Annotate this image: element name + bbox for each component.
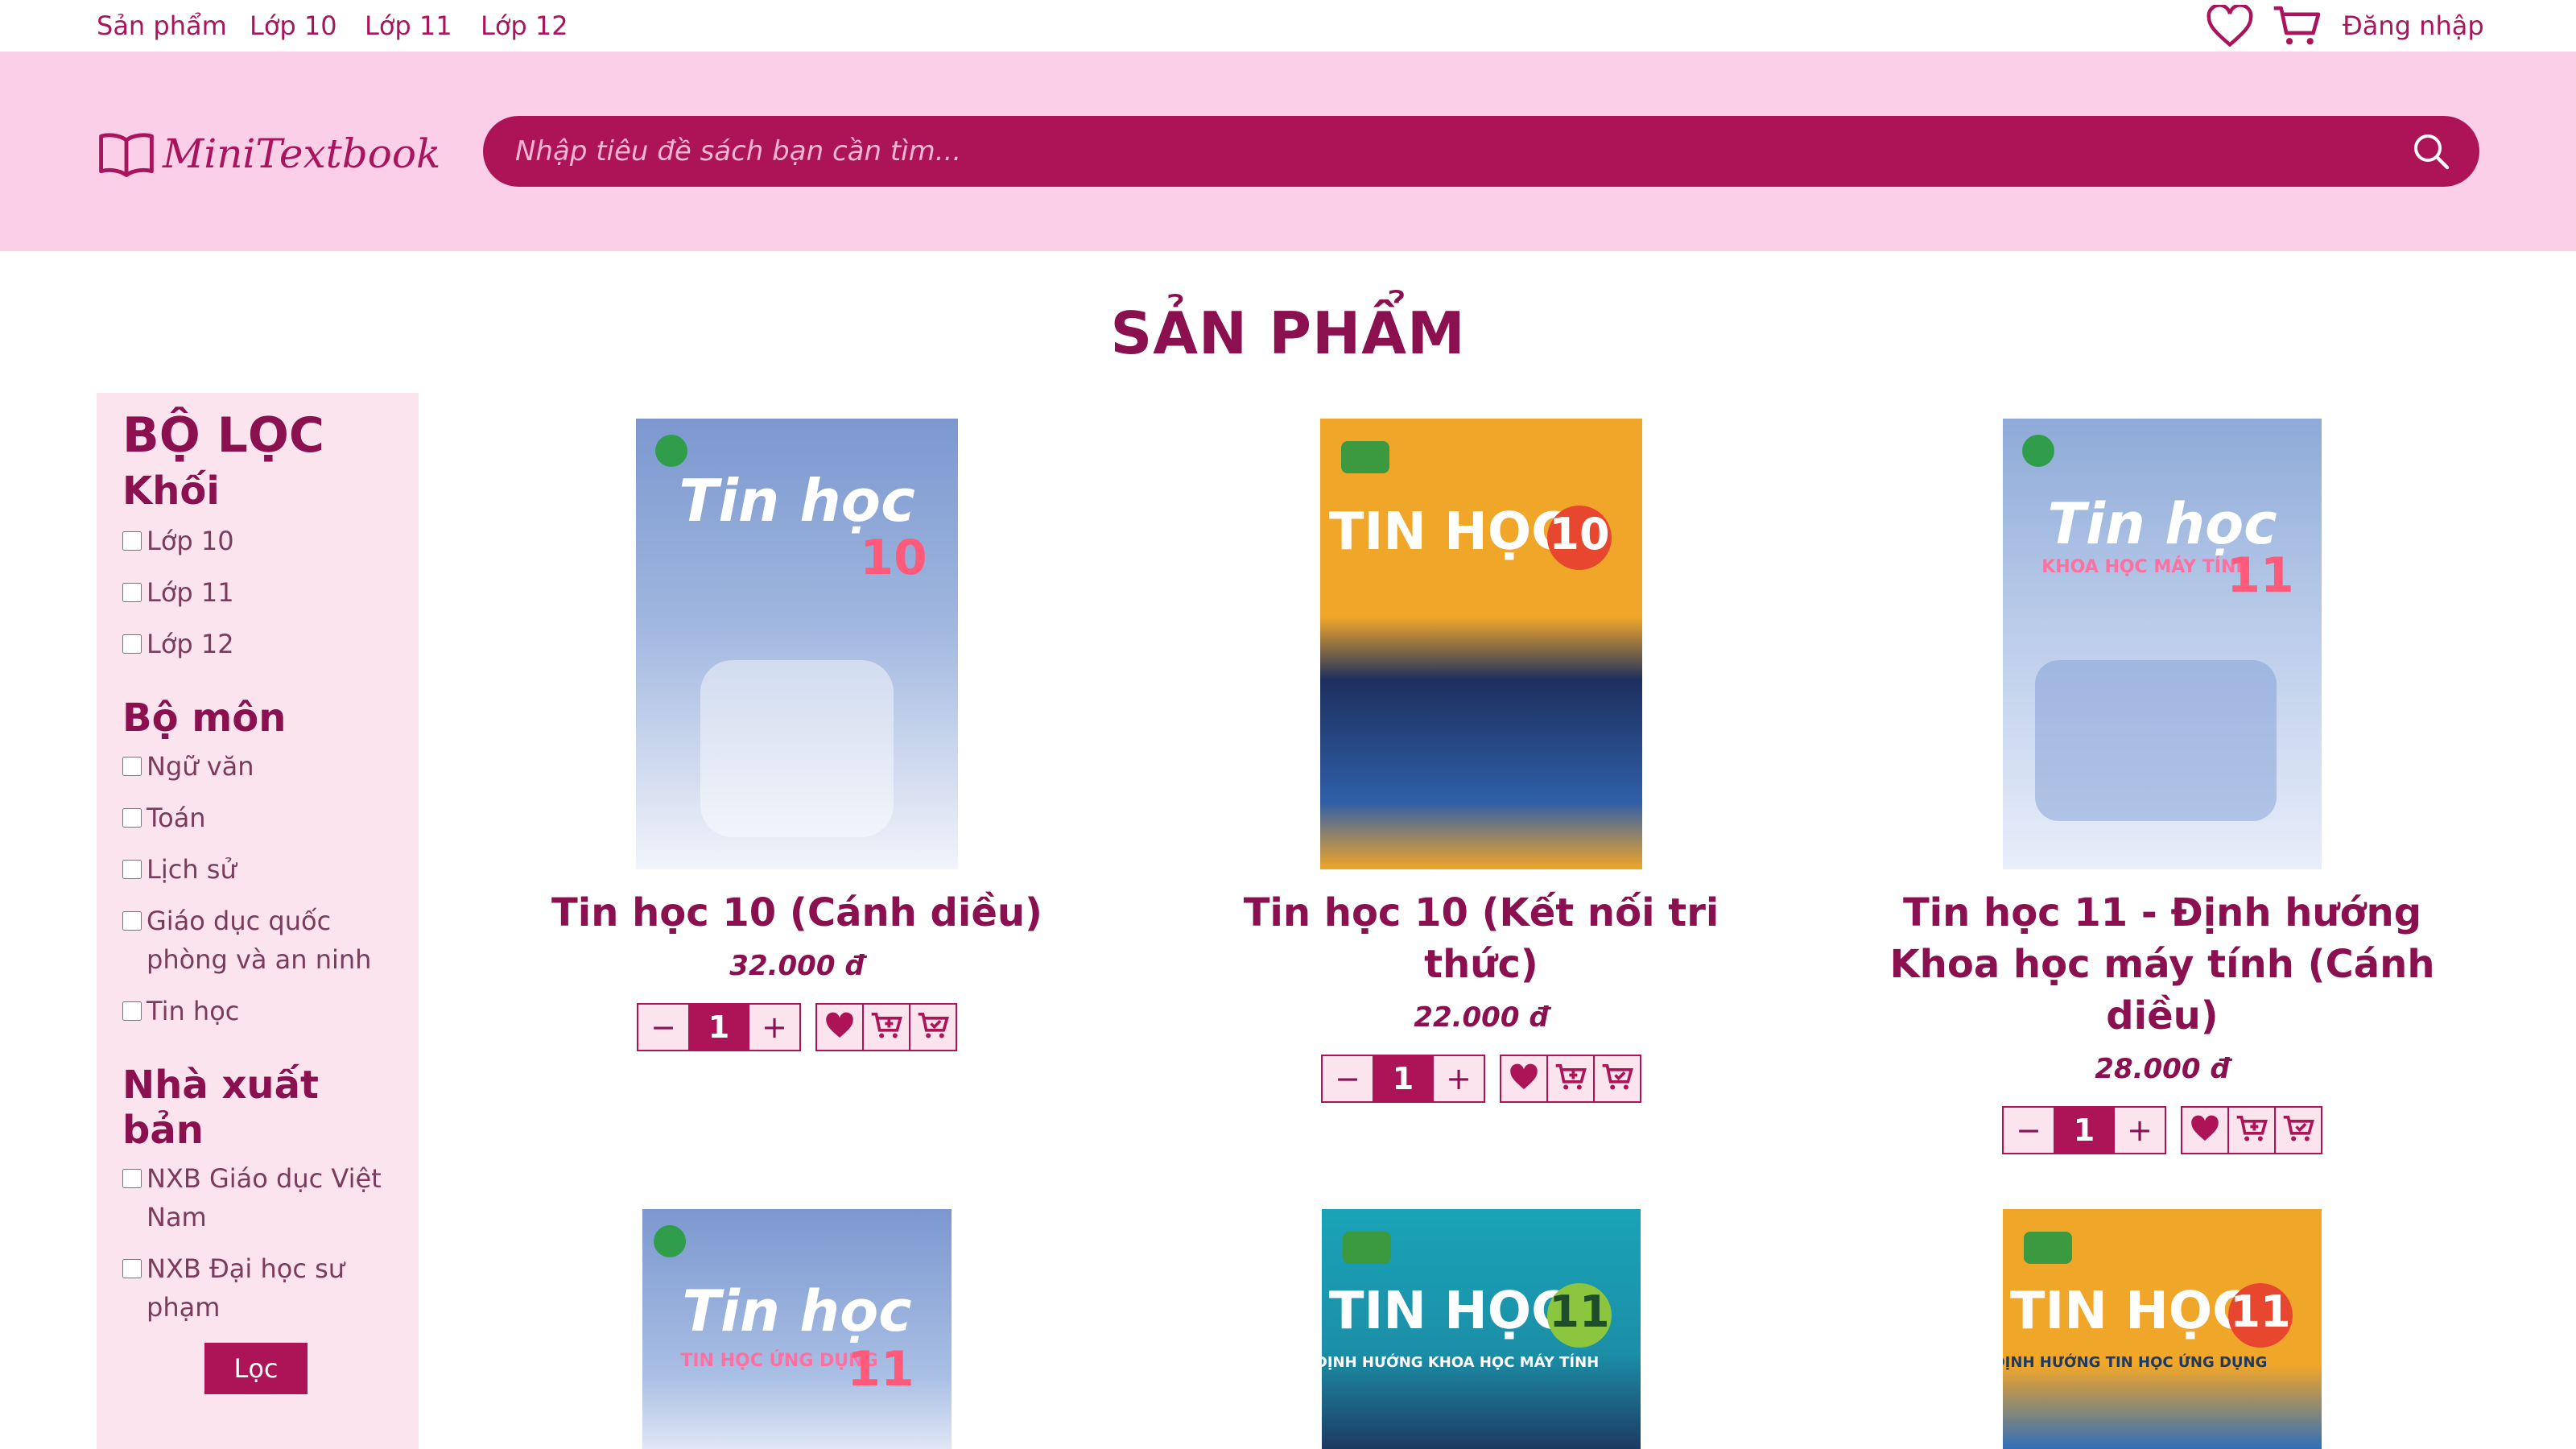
- search-icon[interactable]: [2412, 132, 2450, 171]
- product-actions: [2181, 1106, 2322, 1154]
- product-controls: − 1 +: [1183, 1055, 1779, 1103]
- product-card: Tin học KHOA HỌC MÁY TÍNH 11 Tin học 11 …: [1864, 419, 2460, 1154]
- increase-button[interactable]: +: [2115, 1108, 2165, 1153]
- header-band: MiniTextbook: [0, 52, 2576, 251]
- filter-group-title-publisher: Nhà xuất bản: [122, 1063, 319, 1153]
- filter-group-title-subject: Bộ môn: [122, 696, 287, 741]
- filter-option-publisher-vn[interactable]: NXB Giáo dục Việt Nam: [122, 1159, 393, 1236]
- filter-option-publisher-pedagogy[interactable]: NXB Đại học sư phạm: [122, 1249, 393, 1327]
- product-card: TIN HỌC 10 Tin học 10 (Kết nối tri thức)…: [1183, 419, 1779, 1103]
- quantity-stepper: − 1 +: [1321, 1055, 1485, 1103]
- product-actions: [815, 1003, 957, 1051]
- filter-option-defense[interactable]: Giáo dục quốc phòng và an ninh: [122, 902, 393, 979]
- checkbox[interactable]: [122, 1169, 142, 1188]
- cart-plus-icon: [870, 1011, 902, 1043]
- product-price: 32.000 đ: [729, 950, 865, 982]
- product-cover-image[interactable]: Tin học KHOA HỌC MÁY TÍNH 11: [2003, 419, 2322, 869]
- heart-icon[interactable]: [2206, 5, 2254, 47]
- cart-icon[interactable]: [2272, 4, 2322, 47]
- product-cover-image[interactable]: TIN HỌC 11 ĐỊNH HƯỚNG TIN HỌC ỨNG DỤNG: [2003, 1209, 2322, 1449]
- cart-check-icon: [2282, 1114, 2314, 1146]
- filter-group-title-grade: Khối: [122, 469, 220, 514]
- product-name[interactable]: Tin học 10 (Kết nối tri thức): [1183, 887, 1779, 990]
- search-bar: [483, 116, 2479, 187]
- logo-text: MiniTextbook: [163, 130, 441, 177]
- add-to-cart-button[interactable]: [1546, 1055, 1595, 1103]
- checkbox[interactable]: [122, 634, 142, 654]
- add-to-cart-button[interactable]: [862, 1003, 910, 1051]
- filter-option-math[interactable]: Toán: [122, 799, 393, 837]
- cart-check-icon: [1601, 1063, 1633, 1095]
- filter-option-grade-12[interactable]: Lớp 12: [122, 625, 393, 663]
- nav-actions: Đăng nhập: [2206, 5, 2484, 47]
- product-card: Tin học 10 Tin học 10 (Cánh diều) 32.000…: [499, 419, 1095, 1051]
- product-controls: − 1 +: [1864, 1106, 2460, 1154]
- checkbox[interactable]: [122, 583, 142, 602]
- product-card: TIN HỌC 11 ĐỊNH HƯỚNG KHOA HỌC MÁY TÍNH: [1183, 1209, 1779, 1449]
- quantity-value[interactable]: 1: [1373, 1056, 1434, 1101]
- product-card: Tin học TIN HỌC ỨNG DỤNG 11: [499, 1209, 1095, 1449]
- quantity-value[interactable]: 1: [2054, 1108, 2115, 1153]
- nav-link-grade-10[interactable]: Lớp 10: [250, 8, 337, 43]
- checkbox[interactable]: [122, 911, 142, 931]
- checkbox[interactable]: [122, 860, 142, 879]
- filter-option-grade-11[interactable]: Lớp 11: [122, 573, 393, 612]
- add-to-cart-button[interactable]: [2227, 1106, 2276, 1154]
- product-controls: − 1 +: [499, 1003, 1095, 1051]
- filter-option-literature[interactable]: Ngữ văn: [122, 747, 393, 786]
- filter-title: BỘ LỌC: [122, 407, 324, 464]
- product-actions: [1500, 1055, 1641, 1103]
- filter-option-informatics[interactable]: Tin học: [122, 992, 393, 1030]
- page-title: SẢN PHẨM: [1110, 299, 1466, 367]
- cart-plus-icon: [2235, 1114, 2268, 1146]
- decrease-button[interactable]: −: [638, 1005, 688, 1050]
- nav-link-grade-12[interactable]: Lớp 12: [481, 8, 568, 43]
- logo[interactable]: MiniTextbook: [97, 126, 440, 182]
- quantity-stepper: − 1 +: [2002, 1106, 2166, 1154]
- heart-icon: [824, 1012, 855, 1042]
- wishlist-button[interactable]: [1500, 1055, 1548, 1103]
- increase-button[interactable]: +: [1434, 1056, 1484, 1101]
- quantity-stepper: − 1 +: [637, 1003, 801, 1051]
- heart-icon: [1509, 1063, 1539, 1094]
- product-price: 22.000 đ: [1414, 1001, 1549, 1034]
- product-card: TIN HỌC 11 ĐỊNH HƯỚNG TIN HỌC ỨNG DỤNG: [1864, 1209, 2460, 1449]
- buy-now-button[interactable]: [1593, 1055, 1641, 1103]
- filter-sidebar: BỘ LỌC Khối Lớp 10 Lớp 11 Lớp 12 Bộ môn …: [97, 393, 419, 1449]
- quantity-value[interactable]: 1: [688, 1005, 749, 1050]
- checkbox[interactable]: [122, 1259, 142, 1278]
- checkbox[interactable]: [122, 1001, 142, 1021]
- heart-icon: [2190, 1115, 2220, 1146]
- search-input[interactable]: [515, 116, 2383, 187]
- filter-option-grade-10[interactable]: Lớp 10: [122, 522, 393, 560]
- book-icon: [97, 130, 156, 177]
- decrease-button[interactable]: −: [2004, 1108, 2054, 1153]
- checkbox[interactable]: [122, 757, 142, 776]
- checkbox[interactable]: [122, 808, 142, 828]
- checkbox[interactable]: [122, 531, 142, 551]
- product-cover-image[interactable]: Tin học TIN HỌC ỨNG DỤNG 11: [642, 1209, 952, 1449]
- product-name[interactable]: Tin học 10 (Cánh diều): [499, 887, 1095, 939]
- nav-link-grade-11[interactable]: Lớp 11: [365, 8, 452, 43]
- increase-button[interactable]: +: [749, 1005, 799, 1050]
- buy-now-button[interactable]: [909, 1003, 957, 1051]
- wishlist-button[interactable]: [2181, 1106, 2229, 1154]
- product-price: 28.000 đ: [2095, 1053, 2230, 1085]
- product-cover-image[interactable]: TIN HỌC 10: [1320, 419, 1642, 869]
- filter-button[interactable]: Lọc: [204, 1343, 308, 1394]
- wishlist-button[interactable]: [815, 1003, 864, 1051]
- decrease-button[interactable]: −: [1323, 1056, 1373, 1101]
- buy-now-button[interactable]: [2274, 1106, 2322, 1154]
- product-name[interactable]: Tin học 11 - Định hướng Khoa học máy tín…: [1864, 887, 2460, 1042]
- nav-link-products[interactable]: Sản phẩm: [97, 8, 227, 43]
- cart-check-icon: [917, 1011, 949, 1043]
- top-nav: Sản phẩm Lớp 10 Lớp 11 Lớp 12 Đăng nhập: [0, 0, 2576, 52]
- cart-plus-icon: [1554, 1063, 1587, 1095]
- login-link[interactable]: Đăng nhập: [2343, 10, 2484, 41]
- filter-option-history[interactable]: Lịch sử: [122, 850, 393, 889]
- product-cover-image[interactable]: TIN HỌC 11 ĐỊNH HƯỚNG KHOA HỌC MÁY TÍNH: [1322, 1209, 1641, 1449]
- product-cover-image[interactable]: Tin học 10: [636, 419, 958, 869]
